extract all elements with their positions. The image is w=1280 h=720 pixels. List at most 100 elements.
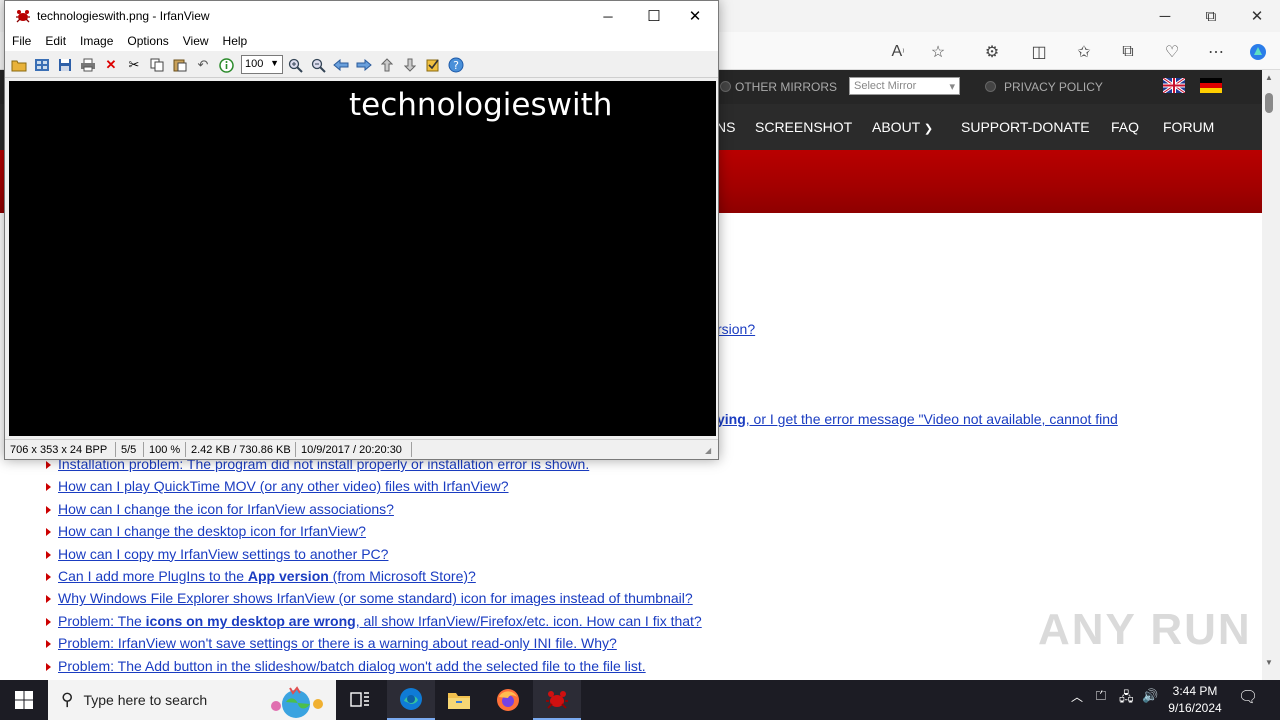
faq-link[interactable]: Problem: The icons on my desktop are wro… bbox=[58, 613, 702, 629]
notifications-icon[interactable]: 🗨 bbox=[1238, 687, 1258, 707]
status-date: 10/9/2017 / 20:20:30 bbox=[301, 444, 402, 456]
zoom-out-icon[interactable] bbox=[308, 55, 328, 75]
nav-item-forum[interactable]: FORUM bbox=[1163, 119, 1214, 135]
copy-icon[interactable] bbox=[147, 55, 167, 75]
favorites-icon[interactable]: ✩ bbox=[1070, 40, 1098, 64]
browser-essentials-icon[interactable]: ♡ bbox=[1158, 40, 1186, 64]
extensions-icon[interactable]: ⚙ bbox=[978, 40, 1006, 64]
irfanview-close-button[interactable]: ✕ bbox=[672, 1, 718, 31]
page-scrollbar[interactable] bbox=[1262, 70, 1280, 680]
first-page-icon[interactable] bbox=[377, 55, 397, 75]
scrollbar-thumb[interactable] bbox=[1265, 93, 1273, 113]
faq-link-bold: icons on my desktop are wrong bbox=[145, 612, 356, 629]
irfanview-toolbar: ✕ ✂ ↶ 100 ▼ ? bbox=[5, 52, 718, 78]
german-flag-icon[interactable] bbox=[1200, 78, 1222, 93]
nav-item-screenshot[interactable]: SCREENSHOT bbox=[755, 119, 852, 135]
list-item: How can I change the desktop icon for Ir… bbox=[44, 523, 1244, 545]
next-image-icon[interactable] bbox=[354, 55, 374, 75]
zoom-value: 100 bbox=[245, 58, 264, 70]
cut-icon[interactable]: ✂ bbox=[124, 55, 144, 75]
svg-text:?: ? bbox=[453, 59, 459, 72]
split-screen-icon[interactable]: ◫ bbox=[1025, 40, 1053, 64]
faq-link[interactable]: Problem: The Add button in the slideshow… bbox=[58, 658, 646, 674]
irfanview-taskbar-icon[interactable] bbox=[533, 680, 581, 720]
taskbar-search-box[interactable]: ⚲ Type here to search bbox=[48, 680, 336, 720]
help-icon[interactable]: ? bbox=[446, 55, 466, 75]
edge-close-button[interactable]: ✕ bbox=[1234, 0, 1280, 32]
show-hidden-icons-icon[interactable]: ︿ bbox=[1071, 688, 1083, 705]
english-flag-icon[interactable] bbox=[1162, 76, 1186, 95]
undo-icon[interactable]: ↶ bbox=[193, 55, 213, 75]
faq-link-text: How can I change the icon for IrfanView … bbox=[58, 500, 394, 517]
search-icon: ⚲ bbox=[61, 690, 74, 709]
faq-link[interactable]: How can I copy my IrfanView settings to … bbox=[58, 546, 388, 562]
scroll-up-icon[interactable]: ▲ bbox=[1265, 73, 1273, 82]
anyrun-watermark: ANY RUN bbox=[1038, 605, 1252, 654]
status-index: 5/5 bbox=[121, 444, 137, 456]
faq-link[interactable]: How can I change the icon for IrfanView … bbox=[58, 501, 394, 517]
edge-taskbar-icon[interactable] bbox=[387, 680, 435, 720]
collections-icon[interactable]: ⧉ bbox=[1114, 40, 1142, 64]
print-icon[interactable] bbox=[78, 55, 98, 75]
scroll-down-icon[interactable]: ▼ bbox=[1265, 658, 1273, 667]
status-zoom: 100 % bbox=[149, 444, 181, 456]
menu-view[interactable]: View bbox=[176, 31, 216, 51]
faq-link[interactable]: Can I add more PlugIns to the App versio… bbox=[58, 568, 476, 584]
chevron-down-icon: ❯ bbox=[923, 123, 934, 135]
volume-icon[interactable]: 🔊 bbox=[1142, 688, 1158, 704]
start-button[interactable] bbox=[0, 680, 48, 720]
irfanview-minimize-button[interactable]: ─ bbox=[585, 1, 631, 31]
bullet-icon bbox=[46, 640, 51, 649]
firefox-icon[interactable] bbox=[484, 680, 532, 720]
menu-edit[interactable]: Edit bbox=[38, 31, 73, 51]
menu-file[interactable]: File bbox=[5, 31, 38, 51]
task-view-icon[interactable] bbox=[336, 680, 384, 720]
previous-image-icon[interactable] bbox=[331, 55, 351, 75]
mirror-radio[interactable] bbox=[720, 81, 731, 92]
favorite-star-icon[interactable]: ☆ bbox=[924, 40, 952, 64]
image-canvas[interactable] bbox=[9, 81, 716, 436]
select-mirror-dropdown[interactable]: Select Mirror ▾ bbox=[849, 77, 960, 95]
menu-options[interactable]: Options bbox=[120, 31, 175, 51]
zoom-in-icon[interactable] bbox=[285, 55, 305, 75]
delete-icon[interactable]: ✕ bbox=[101, 55, 121, 75]
edge-minimize-button[interactable]: ─ bbox=[1142, 0, 1188, 32]
bullet-icon bbox=[46, 483, 51, 492]
privacy-policy-link[interactable]: PRIVACY POLICY bbox=[1004, 80, 1103, 94]
save-icon[interactable] bbox=[55, 55, 75, 75]
paste-icon[interactable] bbox=[170, 55, 190, 75]
open-folder-icon[interactable] bbox=[9, 55, 29, 75]
usb-device-icon[interactable]: ⏍ bbox=[1096, 688, 1106, 704]
faq-link-video-playing[interactable]: ying, or I get the error message "Video … bbox=[717, 411, 1118, 427]
network-icon[interactable]: 🖧 bbox=[1119, 688, 1134, 710]
other-mirrors-label: OTHER MIRRORS bbox=[735, 80, 837, 94]
nav-item-about[interactable]: ABOUT ❯ bbox=[872, 119, 933, 135]
last-page-icon[interactable] bbox=[400, 55, 420, 75]
privacy-radio[interactable] bbox=[985, 81, 996, 92]
windows-logo-icon bbox=[15, 691, 33, 709]
info-icon[interactable] bbox=[216, 55, 236, 75]
file-explorer-icon[interactable] bbox=[435, 680, 483, 720]
copilot-icon[interactable] bbox=[1244, 40, 1272, 64]
edge-restore-button[interactable]: ⧉ bbox=[1188, 0, 1234, 32]
faq-link-version[interactable]: rsion? bbox=[717, 321, 755, 337]
faq-link-tail: , or I get the error message "Video not … bbox=[745, 411, 1118, 427]
nav-item-support-donate[interactable]: SUPPORT-DONATE bbox=[961, 119, 1090, 135]
read-aloud-icon[interactable]: A ⁾ bbox=[884, 40, 912, 64]
bullet-icon bbox=[46, 528, 51, 537]
bullet-icon bbox=[46, 461, 51, 469]
faq-link[interactable]: How can I change the desktop icon for Ir… bbox=[58, 523, 366, 539]
thumbnails-icon[interactable] bbox=[32, 55, 52, 75]
settings-checklist-icon[interactable] bbox=[423, 55, 443, 75]
nav-item-faq[interactable]: FAQ bbox=[1111, 119, 1139, 135]
more-menu-icon[interactable]: ⋯ bbox=[1202, 40, 1230, 64]
clock[interactable]: 3:44 PM 9/16/2024 bbox=[1165, 683, 1225, 717]
irfanview-maximize-button[interactable]: ☐ bbox=[631, 1, 677, 31]
menu-image[interactable]: Image bbox=[73, 31, 120, 51]
resize-grip-icon[interactable]: ◢ bbox=[705, 446, 711, 455]
faq-link[interactable]: Problem: IrfanView won't save settings o… bbox=[58, 635, 617, 651]
faq-link[interactable]: Why Windows File Explorer shows IrfanVie… bbox=[58, 590, 693, 606]
faq-link[interactable]: How can I play QuickTime MOV (or any oth… bbox=[58, 478, 509, 494]
zoom-select[interactable]: 100 ▼ bbox=[241, 55, 283, 74]
menu-help[interactable]: Help bbox=[216, 31, 255, 51]
